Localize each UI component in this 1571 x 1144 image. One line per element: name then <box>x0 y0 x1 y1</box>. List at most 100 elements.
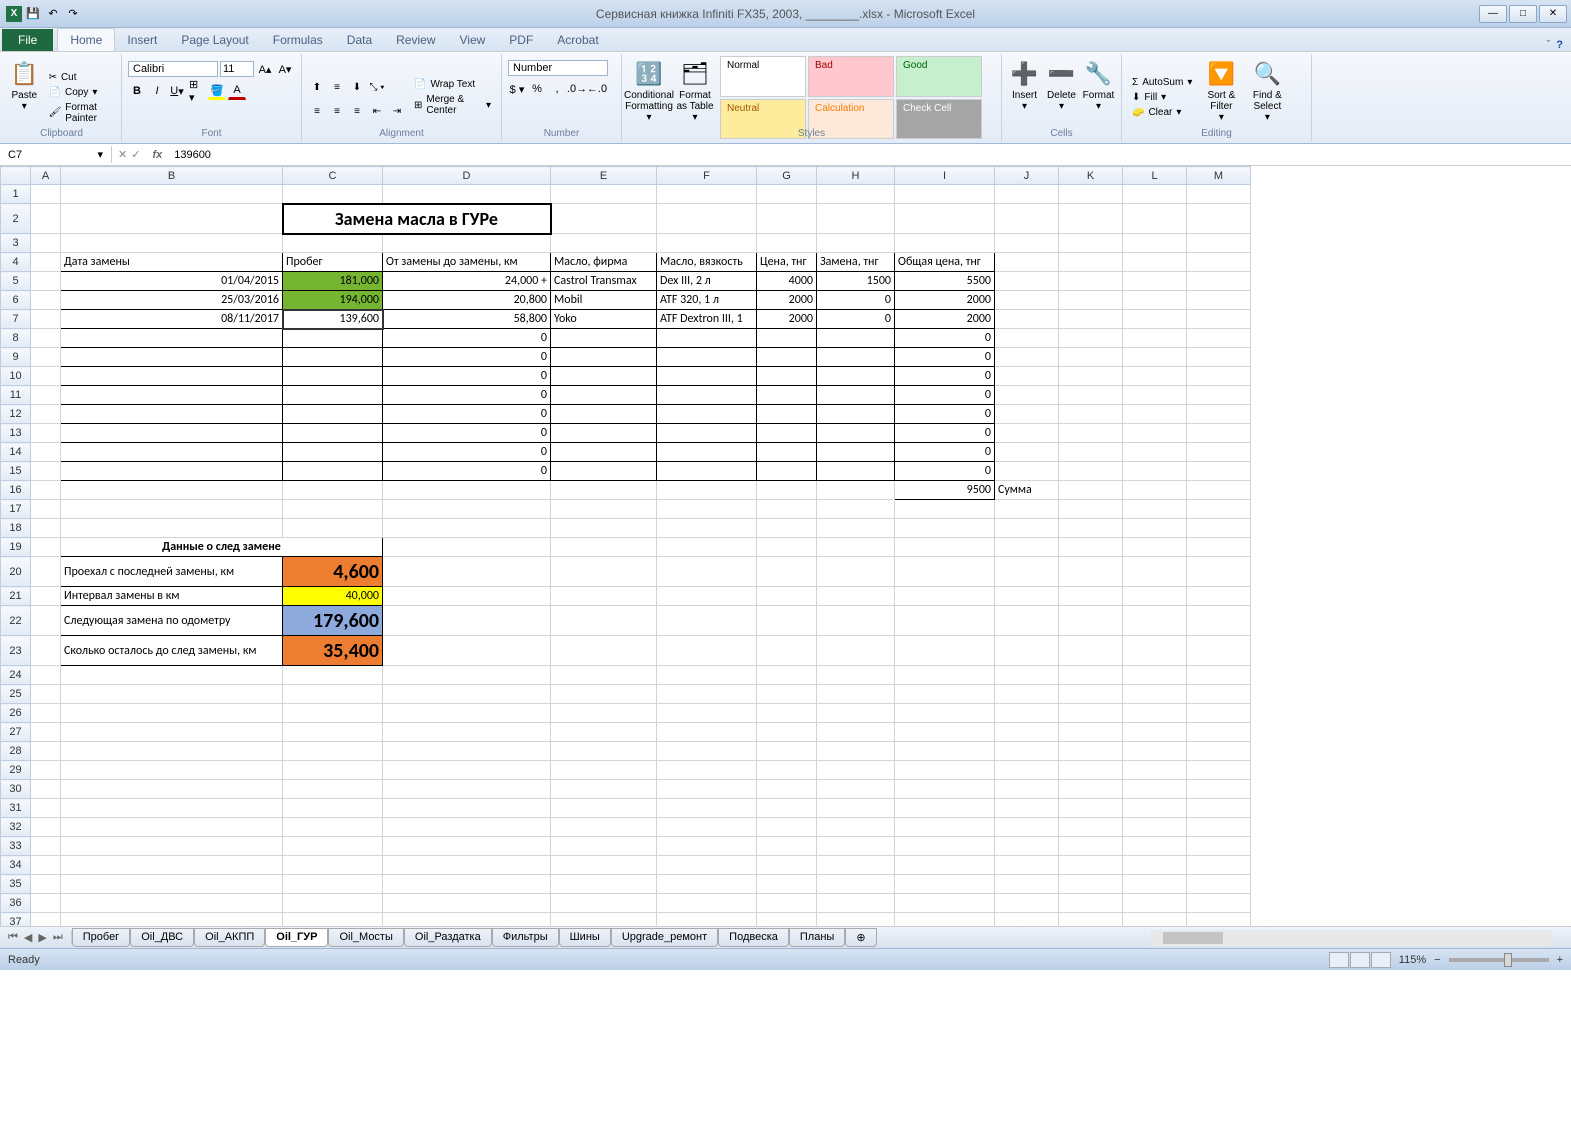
cell[interactable] <box>757 856 817 875</box>
cell[interactable] <box>817 894 895 913</box>
font-size-select[interactable] <box>220 61 254 77</box>
table-cell[interactable]: 139,600 <box>283 310 383 329</box>
table-cell[interactable] <box>657 386 757 405</box>
normal-view-button[interactable] <box>1329 952 1349 968</box>
table-cell[interactable] <box>61 462 283 481</box>
cell[interactable] <box>757 875 817 894</box>
cell[interactable] <box>1187 685 1251 704</box>
cell[interactable] <box>995 685 1059 704</box>
view-tab[interactable]: View <box>448 29 498 51</box>
cell[interactable] <box>1187 519 1251 538</box>
table-cell[interactable] <box>657 329 757 348</box>
cell[interactable] <box>383 799 551 818</box>
row-header-32[interactable]: 32 <box>1 818 31 837</box>
row-header-5[interactable]: 5 <box>1 272 31 291</box>
col-header-G[interactable]: G <box>757 167 817 185</box>
cell[interactable] <box>61 234 283 253</box>
cell[interactable] <box>1187 185 1251 204</box>
cell[interactable] <box>817 913 895 927</box>
cell[interactable] <box>551 818 657 837</box>
row-header-11[interactable]: 11 <box>1 386 31 405</box>
cell[interactable] <box>61 666 283 685</box>
sheet-tab-Oil_АКПП[interactable]: Oil_АКПП <box>194 928 265 947</box>
table-cell[interactable] <box>61 367 283 386</box>
cell[interactable] <box>283 780 383 799</box>
table-cell[interactable] <box>817 329 895 348</box>
cell[interactable] <box>1059 761 1123 780</box>
cell[interactable] <box>1187 761 1251 780</box>
table-cell[interactable] <box>283 329 383 348</box>
zoom-in-button[interactable]: + <box>1557 954 1563 966</box>
orientation-icon[interactable]: ⤡ ▾ <box>368 79 386 97</box>
table-cell[interactable]: 2000 <box>757 291 817 310</box>
cell[interactable] <box>657 723 757 742</box>
format-painter-button[interactable]: 🖌 Format Painter <box>45 101 115 125</box>
cell[interactable] <box>1123 500 1187 519</box>
summary-value[interactable]: 35,400 <box>283 636 383 666</box>
cell[interactable] <box>817 742 895 761</box>
horizontal-scrollbar[interactable] <box>1151 930 1551 946</box>
table-cell[interactable]: Castrol Transmax <box>551 272 657 291</box>
cell[interactable] <box>283 666 383 685</box>
cell[interactable] <box>657 818 757 837</box>
spreadsheet-grid[interactable]: ABCDEFGHIJKLM12 Замена масла в ГУРе 34Да… <box>0 166 1571 926</box>
cell[interactable] <box>61 780 283 799</box>
table-cell[interactable] <box>757 405 817 424</box>
cell[interactable] <box>383 837 551 856</box>
cell[interactable] <box>995 234 1059 253</box>
table-cell[interactable] <box>61 424 283 443</box>
pdf-tab[interactable]: PDF <box>497 29 545 51</box>
cell[interactable] <box>383 685 551 704</box>
cell[interactable] <box>31 742 61 761</box>
row-header-26[interactable]: 26 <box>1 704 31 723</box>
table-cell[interactable]: 2000 <box>757 310 817 329</box>
indent-inc-icon[interactable]: ⇥ <box>388 103 406 121</box>
cell[interactable] <box>995 666 1059 685</box>
cell[interactable] <box>1123 780 1187 799</box>
cell[interactable] <box>817 761 895 780</box>
cell[interactable] <box>383 704 551 723</box>
cell[interactable] <box>1187 780 1251 799</box>
cell[interactable] <box>551 666 657 685</box>
table-cell[interactable] <box>757 386 817 405</box>
table-cell[interactable]: ATF 320, 1 л <box>657 291 757 310</box>
row-header-37[interactable]: 37 <box>1 913 31 927</box>
cell[interactable] <box>383 894 551 913</box>
row-header-16[interactable]: 16 <box>1 481 31 500</box>
cell[interactable] <box>61 519 283 538</box>
cell[interactable] <box>283 742 383 761</box>
zoom-slider[interactable] <box>1449 958 1549 962</box>
cell[interactable] <box>895 185 995 204</box>
font-color-button[interactable]: A <box>228 82 246 100</box>
align-left-icon[interactable]: ≡ <box>308 103 326 121</box>
cell[interactable] <box>1123 685 1187 704</box>
format-as-table-button[interactable]: 🗂 Format as Table ▾ <box>674 56 716 139</box>
row-header-25[interactable]: 25 <box>1 685 31 704</box>
cell[interactable] <box>995 780 1059 799</box>
cell[interactable] <box>551 723 657 742</box>
col-header-C[interactable]: C <box>283 167 383 185</box>
sheet-tab-Oil_ДВС[interactable]: Oil_ДВС <box>130 928 194 947</box>
cell[interactable] <box>1123 837 1187 856</box>
sheet-tab-Планы[interactable]: Планы <box>789 928 845 947</box>
cell[interactable] <box>61 894 283 913</box>
close-button[interactable]: ✕ <box>1539 5 1567 23</box>
cell[interactable] <box>1059 818 1123 837</box>
cell[interactable] <box>895 913 995 927</box>
cell[interactable] <box>995 875 1059 894</box>
table-cell[interactable] <box>61 443 283 462</box>
table-cell[interactable]: 0 <box>895 329 995 348</box>
row-header-10[interactable]: 10 <box>1 367 31 386</box>
cell[interactable] <box>61 875 283 894</box>
table-cell[interactable]: 0 <box>383 348 551 367</box>
table-cell[interactable] <box>283 386 383 405</box>
table-cell[interactable]: 0 <box>383 367 551 386</box>
table-cell[interactable] <box>551 329 657 348</box>
cell[interactable] <box>1187 875 1251 894</box>
table-cell[interactable] <box>551 367 657 386</box>
col-header-J[interactable]: J <box>995 167 1059 185</box>
cell[interactable] <box>995 519 1059 538</box>
cell[interactable] <box>283 685 383 704</box>
row-header-34[interactable]: 34 <box>1 856 31 875</box>
row-header-17[interactable]: 17 <box>1 500 31 519</box>
